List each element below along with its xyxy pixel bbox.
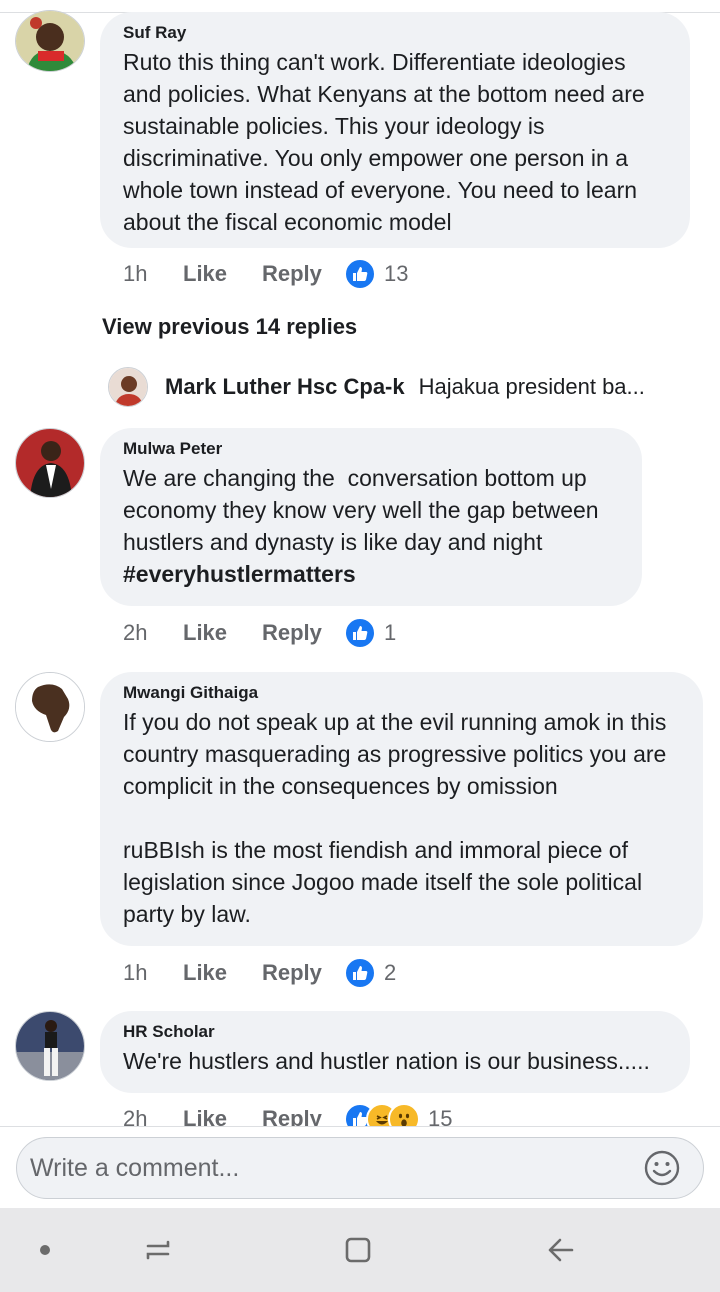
reactions-summary[interactable]: 2 [344,957,396,989]
avatar[interactable] [15,672,85,742]
reply-button[interactable]: Reply [262,261,344,287]
nav-dot-icon[interactable] [30,1230,60,1270]
comment-author[interactable]: Suf Ray [123,22,668,44]
like-button[interactable]: Like [183,1106,262,1126]
reactions-summary[interactable]: 1 [344,617,396,649]
reply-button[interactable]: Reply [262,960,344,986]
comment-time[interactable]: 1h [123,960,183,986]
comment-composer[interactable] [16,1137,704,1199]
thumbs-up-icon [344,617,376,649]
comment-bubble: HR Scholar We're hustlers and hustler na… [100,1011,690,1093]
reactions-summary[interactable]: 15 [344,1103,452,1126]
reply-button[interactable]: Reply [262,620,344,646]
comment-feed: Suf Ray Ruto this thing can't work. Diff… [0,0,720,1126]
recent-apps-icon[interactable] [138,1230,178,1270]
reply-snippet: Hajakua president ba... [418,374,645,399]
comment-text: Ruto this thing can't work. Differentiat… [123,49,652,235]
reactions-summary[interactable]: 13 [344,258,408,290]
comment-author[interactable]: HR Scholar [123,1021,668,1043]
hashtag-link[interactable]: #everyhustlermatters [123,561,356,587]
home-icon[interactable] [338,1230,378,1270]
collapsed-reply[interactable]: Mark Luther Hsc Cpa-k Hajakua president … [108,366,708,408]
comment-time[interactable]: 2h [123,1106,183,1126]
reaction-count: 2 [384,960,397,985]
comment-time[interactable]: 1h [123,261,183,287]
comment-author[interactable]: Mulwa Peter [123,438,620,460]
comment-composer-bar [0,1126,720,1208]
like-button[interactable]: Like [183,620,262,646]
back-icon[interactable] [540,1230,580,1270]
comment-actions: 2h Like Reply 1 [123,613,396,653]
avatar[interactable] [15,1011,85,1081]
comment-body: We are changing the conversation bottom … [123,465,605,555]
comment-bubble: Mwangi Githaiga If you do not speak up a… [100,672,703,946]
avatar[interactable] [15,428,85,498]
reaction-count: 13 [384,261,409,286]
comment-bubble: Suf Ray Ruto this thing can't work. Diff… [100,12,690,248]
comment-text: We are changing the conversation bottom … [123,462,620,590]
thumbs-up-icon [344,957,376,989]
avatar[interactable] [15,10,85,72]
emoji-picker-icon[interactable] [643,1149,681,1187]
avatar [108,367,148,407]
comment-input[interactable] [30,1153,630,1183]
like-button[interactable]: Like [183,261,262,287]
reaction-count: 15 [428,1106,453,1126]
comment-author[interactable]: Mwangi Githaiga [123,682,681,704]
wow-emoji-icon [388,1103,420,1126]
comment-text: We're hustlers and hustler nation is our… [123,1048,650,1074]
comment-actions: 1h Like Reply 13 [123,254,408,294]
reaction-count: 1 [384,620,397,645]
comment-text: If you do not speak up at the evil runni… [123,709,667,927]
comment-actions: 2h Like Reply 15 [123,1099,452,1126]
reply-author[interactable]: Mark Luther Hsc Cpa-k [165,374,405,400]
comment-time[interactable]: 2h [123,620,183,646]
view-previous-replies-link[interactable]: View previous 14 replies [102,314,357,340]
like-button[interactable]: Like [183,960,262,986]
reply-button[interactable]: Reply [262,1106,344,1126]
thumbs-up-icon [344,258,376,290]
comment-bubble: Mulwa Peter We are changing the conversa… [100,428,642,606]
comment-actions: 1h Like Reply 2 [123,953,396,993]
system-navigation-bar [0,1208,720,1292]
